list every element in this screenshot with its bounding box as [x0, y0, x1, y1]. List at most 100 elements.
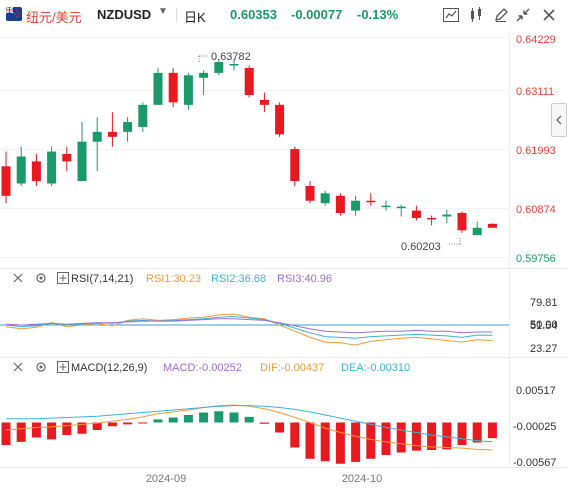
candle-body — [411, 210, 421, 218]
period-selector[interactable]: 日K — [184, 7, 206, 26]
y-tick-label: -0.00567 — [513, 457, 556, 469]
candle-body — [107, 131, 117, 137]
dif-line — [5, 404, 493, 451]
candle-body — [153, 72, 163, 105]
y-tick-label: 0.63111 — [516, 86, 554, 98]
draw-pen-icon[interactable] — [491, 5, 511, 25]
candle-body — [290, 149, 300, 182]
y-tick-label: 0.00517 — [516, 385, 556, 397]
divider — [176, 8, 177, 22]
candle-body — [305, 185, 315, 201]
eye-icon[interactable] — [57, 361, 69, 373]
macd-bar — [487, 422, 497, 439]
macd-bar — [244, 416, 254, 423]
candle-body — [320, 193, 330, 204]
y-tick-label: -0.00025 — [513, 421, 556, 433]
chart-header: 纽元/美元 NZDUSD ▼ 日K 0.60353 -0.00077 -0.13… — [0, 0, 568, 30]
candle-body — [487, 223, 497, 228]
close-icon[interactable] — [12, 272, 24, 284]
macd-bar — [457, 422, 467, 445]
macd-bar — [199, 412, 209, 423]
low-annotation: 0.60203 — [401, 238, 461, 253]
candle-body — [77, 141, 87, 182]
candle-body — [138, 104, 148, 127]
macd-bar — [138, 422, 148, 424]
line-chart-icon[interactable] — [441, 5, 461, 25]
candle-body — [168, 72, 178, 103]
y-tick-label: 0.60874 — [516, 204, 556, 216]
price-change: -0.00077 — [291, 7, 343, 22]
candle-chart-icon[interactable] — [466, 5, 486, 25]
eye-icon[interactable] — [57, 272, 69, 284]
dea-legend: DEA:-0.00310 — [341, 362, 411, 374]
macd-bar — [77, 422, 87, 434]
rsi-series-line — [5, 318, 493, 334]
dif-legend: DIF:-0.00437 — [260, 362, 325, 374]
rsi3-legend: RSI3:40.96 — [277, 273, 333, 285]
sidebar-collapse-icon[interactable] — [551, 103, 567, 137]
chevron-down-icon[interactable]: ▼ — [158, 6, 168, 17]
macd-legend: MACD:-0.00252 — [163, 362, 242, 374]
close-icon[interactable] — [12, 361, 24, 373]
macd-bar — [153, 419, 163, 423]
candle-body — [214, 62, 224, 73]
macd-panel-header: MACD(12,26,9) MACD:-0.00252 DIF:-0.00437… — [0, 360, 520, 378]
macd-bar — [1, 422, 11, 445]
rsi1-legend: RSI1:30.23 — [146, 273, 202, 285]
macd-bar — [396, 422, 406, 453]
candle-body — [31, 161, 41, 182]
y-tick-label: 51.54 — [530, 320, 558, 332]
y-tick-label: 0.59756 — [516, 253, 556, 265]
macd-bar — [31, 422, 41, 438]
macd-bar — [168, 417, 178, 423]
macd-bar — [366, 422, 376, 459]
macd-bar — [427, 422, 437, 450]
min-price-label: 0.60203 — [401, 241, 441, 253]
macd-bar — [16, 422, 26, 442]
macd-bar — [411, 422, 421, 451]
rsi2-legend: RSI2:36.68 — [211, 273, 267, 285]
candle-body — [123, 122, 133, 132]
settings-icon[interactable] — [35, 361, 47, 373]
macd-bar — [442, 422, 452, 450]
rsi-title: RSI(7,14,21) — [71, 273, 134, 285]
y-tick-label: 0.61993 — [516, 145, 556, 157]
symbol-label[interactable]: NZDUSD — [97, 7, 151, 22]
macd-bar — [351, 422, 361, 462]
pair-name-cn[interactable]: 纽元/美元 — [26, 7, 82, 26]
candle-body — [442, 214, 452, 217]
macd-bar — [214, 411, 224, 423]
candle-body — [427, 217, 437, 220]
settings-icon[interactable] — [35, 272, 47, 284]
candle-body — [183, 75, 193, 105]
candle-body — [62, 154, 72, 162]
y-tick-label: 23.27 — [530, 343, 558, 355]
flag-icon — [6, 7, 22, 21]
y-tick-label: 79.81 — [530, 297, 558, 309]
macd-bar — [107, 422, 117, 427]
x-tick-label: 2024-09 — [146, 473, 186, 485]
rsi-series-line — [5, 315, 493, 339]
y-tick-label: 0.64229 — [516, 34, 556, 46]
collapse-arrows-icon[interactable] — [513, 5, 533, 25]
macd-bar — [123, 422, 133, 425]
macd-bar — [335, 422, 345, 464]
x-tick-label: 2024-10 — [342, 473, 382, 485]
rsi-series-line — [5, 313, 493, 346]
macd-bar — [275, 422, 285, 433]
last-price: 0.60353 — [230, 7, 277, 22]
macd-bar — [92, 422, 102, 430]
y-tick-label: 50.00 — [530, 319, 558, 331]
candle-body — [335, 195, 345, 214]
candle-body — [244, 67, 254, 95]
high-annotation: 0.63782 — [198, 51, 251, 63]
max-price-label: 0.63782 — [211, 51, 251, 63]
candle-body — [1, 166, 11, 196]
macd-bar — [259, 422, 269, 424]
rsi-panel-header: RSI(7,14,21) RSI1:30.23 RSI2:36.68 RSI3:… — [0, 271, 520, 289]
candle-body — [381, 205, 391, 208]
price-change-percent: -0.13% — [357, 7, 399, 22]
close-icon[interactable] — [539, 5, 559, 25]
macd-title: MACD(12,26,9) — [71, 362, 148, 374]
chart-area[interactable]: 2024-09 2024-10 0.63782 0.60203 0.64229 … — [0, 0, 568, 495]
